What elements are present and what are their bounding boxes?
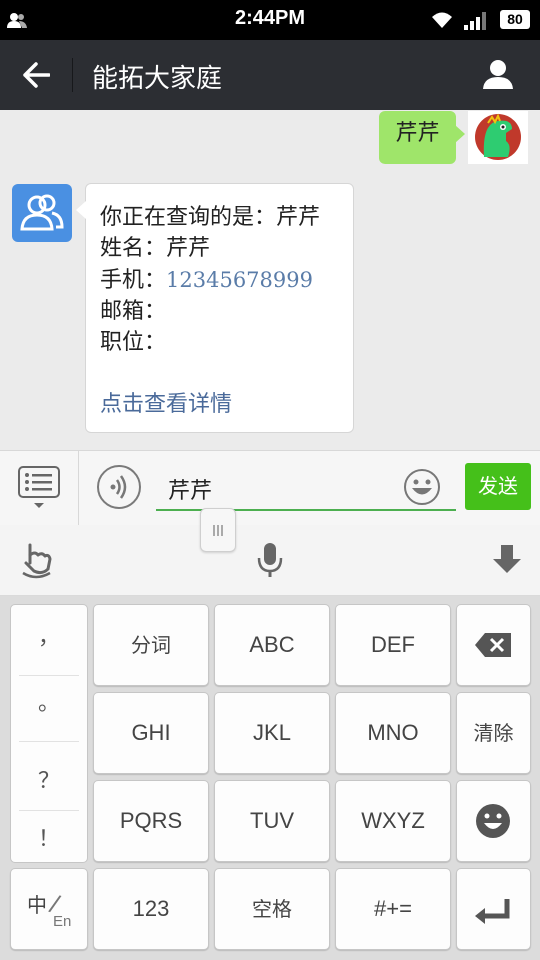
official-account-avatar[interactable]: [12, 184, 72, 242]
battery-indicator: 80: [500, 10, 530, 29]
voice-toggle-button[interactable]: [97, 465, 141, 509]
position-row: 职位：: [100, 330, 167, 355]
email-row: 邮箱：: [100, 299, 167, 324]
message-input-bar: 芹芹: [0, 450, 540, 526]
backspace-icon: [475, 633, 511, 657]
sound-wave-icon: [110, 475, 127, 499]
t9-keyboard: ， 。 ？ ！ 分词 ABC DEF GHI JKL MNO 清除 PQRS T…: [0, 596, 540, 960]
lang-zh-label: 中: [27, 893, 47, 917]
grip-lines-icon: [213, 525, 223, 536]
input-divider: [78, 451, 79, 525]
emoji-icon[interactable]: [403, 468, 441, 506]
microphone-icon[interactable]: [256, 541, 284, 579]
send-button[interactable]: 发送: [465, 463, 531, 510]
divider: [19, 675, 79, 676]
key-symbols[interactable]: #+=: [335, 868, 451, 950]
name-row: 姓名：芹芹: [100, 230, 210, 262]
outgoing-message-text: 芹芹: [395, 121, 440, 146]
key-def[interactable]: DEF: [335, 604, 451, 686]
key-wxyz[interactable]: WXYZ: [335, 780, 451, 862]
language-switch-key[interactable]: 中 / En: [10, 868, 88, 950]
query-result-line: 你正在查询的是：芹芹: [100, 205, 321, 230]
back-arrow-icon[interactable]: [22, 62, 50, 88]
gesture-hand-icon[interactable]: [20, 541, 54, 579]
key-abc[interactable]: ABC: [214, 604, 330, 686]
punct-key[interactable]: ，: [11, 619, 87, 651]
key-mno[interactable]: MNO: [335, 692, 451, 774]
enter-key[interactable]: [456, 868, 531, 950]
clear-key[interactable]: 清除: [456, 692, 531, 774]
bubble-tail: [76, 201, 86, 219]
punctuation-column[interactable]: ， 。 ？ ！: [10, 604, 88, 863]
chat-title: 能拓大家庭: [92, 64, 223, 94]
chat-header: 能拓大家庭: [0, 40, 540, 110]
dinosaur-avatar-icon: [475, 113, 521, 160]
divider: [19, 741, 79, 742]
punct-key[interactable]: 。: [11, 685, 87, 717]
key-jkl[interactable]: JKL: [214, 692, 330, 774]
name-value: 芹芹: [166, 236, 211, 261]
keyboard-drag-handle[interactable]: [200, 508, 236, 552]
incoming-message-bubble: 你正在查询的是：芹芹 姓名：芹芹 手机：12345678999 邮箱： 职位： …: [76, 183, 354, 433]
status-time: 2:44PM: [234, 7, 306, 29]
profile-icon[interactable]: [482, 58, 514, 90]
punct-key[interactable]: ？: [11, 763, 87, 795]
phone-label: 手机：: [100, 268, 167, 293]
key-ghi[interactable]: GHI: [93, 692, 209, 774]
phone-number-link[interactable]: 12345678999: [166, 268, 313, 292]
outgoing-message-bubble[interactable]: 芹芹: [379, 111, 465, 164]
name-label: 姓名：: [100, 236, 167, 261]
divider: [19, 810, 79, 811]
smiley-icon: [476, 804, 510, 838]
header-divider: [72, 58, 73, 92]
my-avatar[interactable]: [468, 111, 528, 164]
menu-list-icon[interactable]: [18, 466, 60, 512]
punct-key[interactable]: ！: [11, 821, 87, 853]
status-bar: 2:44PM 80: [0, 0, 540, 40]
ime-toolbar: [0, 525, 540, 596]
key-segment[interactable]: 分词: [93, 604, 209, 686]
hide-keyboard-arrow-icon[interactable]: [492, 543, 522, 575]
view-details-link[interactable]: 点击查看详情: [100, 386, 232, 418]
key-tuv[interactable]: TUV: [214, 780, 330, 862]
phone-row: 手机：12345678999: [100, 262, 313, 294]
key-123[interactable]: 123: [93, 868, 209, 950]
emoji-key[interactable]: [456, 780, 531, 862]
backspace-key[interactable]: [456, 604, 531, 686]
bubble-tail: [455, 125, 465, 143]
wifi-icon: [432, 12, 452, 28]
enter-arrow-icon: [475, 899, 510, 924]
lang-en-label: En: [53, 913, 72, 930]
message-input-text: 芹芹: [168, 479, 213, 504]
signal-icon: [464, 12, 486, 30]
contacts-group-icon: [20, 194, 64, 231]
space-key[interactable]: 空格: [214, 868, 330, 950]
key-pqrs[interactable]: PQRS: [93, 780, 209, 862]
